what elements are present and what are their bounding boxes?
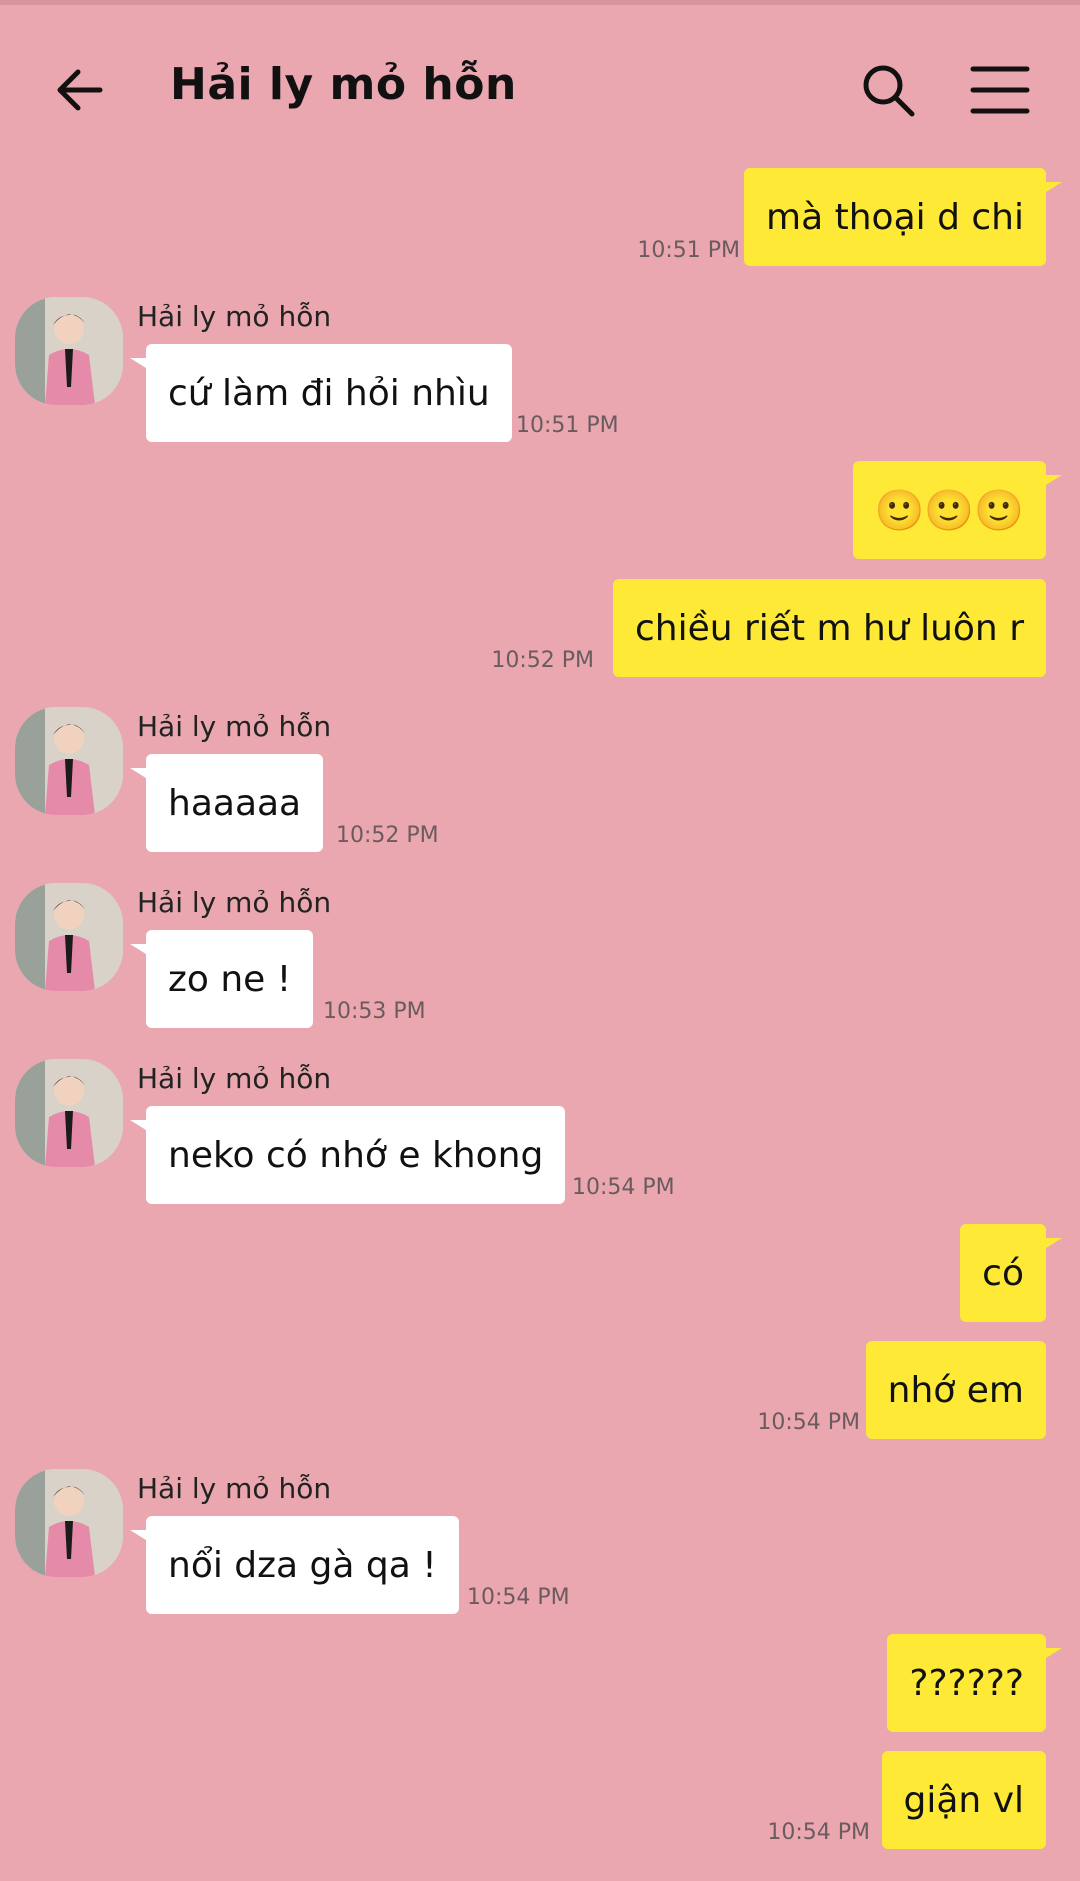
search-button[interactable] [858, 60, 918, 120]
message-text: haaaaa [168, 782, 302, 824]
message-time: 10:52 PM [336, 823, 439, 848]
chat-title: Hải ly mỏ hỗn [170, 59, 517, 110]
message-text: neko có nhớ e khong [168, 1134, 544, 1176]
hamburger-menu-icon [970, 66, 1030, 114]
message-time: 10:54 PM [467, 1585, 570, 1610]
sender-name: Hải ly mỏ hỗn [137, 1472, 332, 1505]
message-time: 10:54 PM [767, 1820, 870, 1845]
avatar[interactable] [15, 1469, 123, 1577]
bubble-tail [1046, 182, 1062, 192]
search-icon [863, 65, 915, 117]
bubble-tail [1046, 475, 1062, 485]
sender-name: Hải ly mỏ hỗn [137, 886, 332, 919]
message-time: 10:54 PM [757, 1410, 860, 1435]
message-bubble-outgoing[interactable]: nhớ em [865, 1341, 1046, 1439]
contact-avatar-photo [15, 707, 123, 815]
message-text: zo ne ! [168, 958, 292, 1000]
avatar[interactable] [15, 707, 123, 815]
message-bubble-outgoing[interactable]: 🙂🙂🙂 [852, 461, 1062, 559]
message-bubble-incoming[interactable]: nổi dza gà qa ! [130, 1516, 459, 1614]
message-bubble-incoming[interactable]: cứ làm đi hỏi nhìu [130, 344, 512, 442]
message-bubble-outgoing[interactable]: ?????? [887, 1634, 1062, 1732]
message-time: 10:54 PM [572, 1175, 675, 1200]
avatar[interactable] [15, 297, 123, 405]
back-button[interactable] [50, 60, 110, 120]
contact-avatar-photo [15, 883, 123, 991]
message-text: nhớ em [887, 1369, 1024, 1411]
sender-name: Hải ly mỏ hỗn [137, 1062, 332, 1095]
chat-header: Hải ly mỏ hỗn [0, 5, 1080, 165]
message-text: có [982, 1252, 1024, 1294]
message-bubble-outgoing[interactable]: chiều riết m hư luôn r [612, 579, 1046, 677]
bubble-tail [130, 1530, 146, 1540]
message-text: chiều riết m hư luôn r [634, 607, 1024, 649]
message-text: 🙂🙂🙂 [874, 487, 1024, 534]
message-bubble-outgoing[interactable]: giận vl [881, 1751, 1046, 1849]
message-bubble-outgoing[interactable]: mà thoại d chi [744, 168, 1062, 266]
contact-avatar-photo [15, 1469, 123, 1577]
message-text: giận vl [903, 1779, 1024, 1821]
menu-button[interactable] [970, 63, 1030, 117]
message-time: 10:53 PM [323, 999, 426, 1024]
bubble-tail [1046, 1648, 1062, 1658]
message-text: nổi dza gà qa ! [168, 1544, 437, 1586]
message-bubble-incoming[interactable]: zo ne ! [130, 930, 314, 1028]
message-time: 10:51 PM [516, 413, 619, 438]
bubble-tail [130, 358, 146, 368]
bubble-tail [130, 944, 146, 954]
bubble-tail [130, 1120, 146, 1130]
message-time: 10:51 PM [637, 238, 740, 263]
avatar[interactable] [15, 883, 123, 991]
avatar[interactable] [15, 1059, 123, 1167]
message-bubble-incoming[interactable]: neko có nhớ e khong [130, 1106, 566, 1204]
contact-avatar-photo [15, 297, 123, 405]
bubble-tail [130, 768, 146, 778]
message-bubble-outgoing[interactable]: có [960, 1224, 1062, 1322]
message-text: cứ làm đi hỏi nhìu [168, 372, 490, 414]
message-time: 10:52 PM [491, 648, 594, 673]
contact-avatar-photo [15, 1059, 123, 1167]
message-list[interactable]: mà thoại d chi 10:51 PM Hải ly mỏ hỗn cứ… [0, 165, 1080, 1881]
bubble-tail [1046, 1238, 1062, 1248]
message-bubble-incoming[interactable]: haaaaa [130, 754, 324, 852]
sender-name: Hải ly mỏ hỗn [137, 710, 332, 743]
arrow-left-icon [57, 69, 103, 111]
message-text: ?????? [909, 1662, 1024, 1704]
sender-name: Hải ly mỏ hỗn [137, 300, 332, 333]
message-text: mà thoại d chi [766, 196, 1024, 238]
